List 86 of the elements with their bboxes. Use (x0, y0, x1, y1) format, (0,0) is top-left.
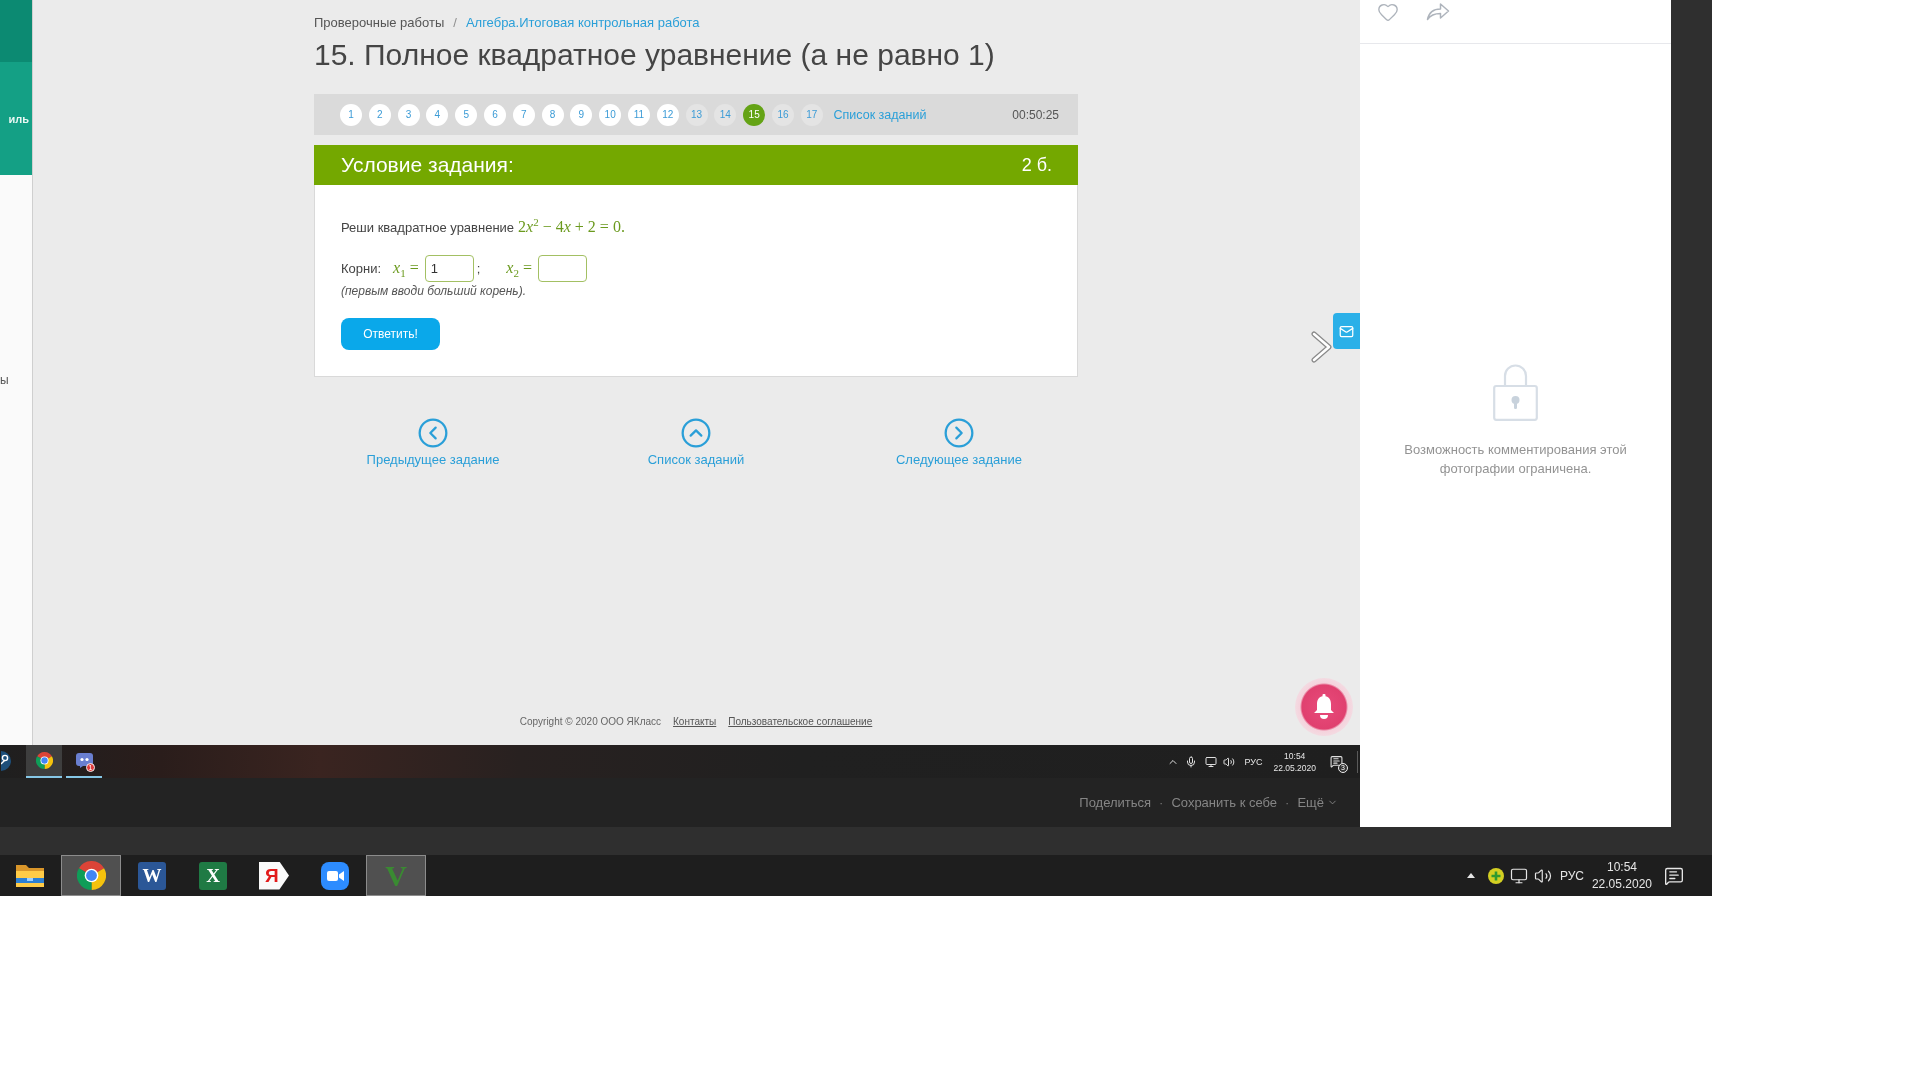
letter-tag-icon: Я (259, 861, 289, 890)
task-statement: Реши квадратное уравнение 2x$^{2}$ − 4x + 2 = 0. (341, 215, 625, 238)
taskbar-button[interactable]: X (183, 855, 243, 896)
task-number-button[interactable]: 17 (800, 103, 823, 126)
chat-bubble-icon (75, 753, 93, 768)
task-number-button[interactable]: 14 (714, 103, 737, 126)
message-icon[interactable] (1330, 755, 1343, 768)
breadcrumb-link[interactable]: Алгебра.Итоговая контрольная работа (465, 14, 700, 32)
timer-text: 00:50:25 (1012, 107, 1059, 122)
copyright-text: Copyright © 2020 ООО ЯКласс (519, 715, 662, 728)
mail-icon (1339, 323, 1354, 339)
variable-label: x$_{1}$ = (393, 258, 419, 279)
task-list-link[interactable]: Список заданий (833, 107, 927, 122)
speaker-icon[interactable] (1223, 755, 1236, 768)
dot-separator: · (1285, 795, 1290, 810)
task-number-button[interactable]: 10 (599, 103, 622, 126)
task-list-link[interactable]: Список заданий (647, 417, 745, 469)
more-menu-button[interactable]: Ещё (1297, 795, 1338, 810)
page-title: 15. Полное квадратное уравнение (а не равно 1) (314, 37, 996, 73)
letter-tile-icon: W (138, 861, 166, 890)
footer-link[interactable]: Пользовательское соглашение (728, 715, 873, 728)
plus-circle-icon[interactable] (1487, 867, 1504, 884)
task-number-button[interactable]: 9 (570, 103, 593, 126)
sidebar-text: ы (0, 372, 9, 388)
clock-time[interactable]: 10:54 (1606, 858, 1637, 876)
hint-text: (первым вводи больший корень). (341, 283, 526, 300)
microphone-icon[interactable] (1185, 755, 1198, 768)
task-number-button[interactable]: 5 (455, 103, 478, 126)
answer-field[interactable] (538, 255, 587, 283)
triangle-up-icon[interactable] (1466, 873, 1475, 878)
previous-task-link[interactable]: Предыдущее задание (366, 417, 500, 469)
roots-label: Корни: (341, 261, 382, 277)
clock-date[interactable]: 22.05.2020 (1273, 761, 1316, 774)
ring-logo-icon (35, 752, 53, 769)
sidebar-menu-item[interactable]: иль (0, 62, 32, 175)
dot-separator: · (1159, 795, 1164, 810)
speaker-icon[interactable] (1533, 866, 1552, 885)
footer-link[interactable]: Контакты (673, 715, 717, 728)
chevron-right-circle-icon (943, 417, 975, 450)
task-number-button[interactable]: 15 (743, 103, 766, 126)
task-number-button[interactable]: 8 (541, 103, 564, 126)
ring-logo-icon (76, 861, 106, 890)
chevron-left-circle-icon (417, 417, 449, 450)
answer-field[interactable]: 1 (424, 255, 474, 283)
task-number-button[interactable]: 13 (685, 103, 708, 126)
task-number-button[interactable]: 3 (397, 103, 420, 126)
taskbar-button[interactable]: W (122, 855, 182, 896)
card-title: Условие задания: (341, 153, 514, 177)
monitor-icon[interactable] (1509, 866, 1528, 885)
language-indicator[interactable]: РУС (1244, 756, 1263, 767)
action-link[interactable]: Сохранить к себе (1171, 795, 1278, 810)
task-number-button[interactable]: 16 (771, 103, 794, 126)
task-number-button[interactable]: 11 (627, 103, 650, 126)
breadcrumb-separator: / (453, 14, 457, 32)
variable-label: x$_{2}$ = (506, 258, 532, 279)
message-icon[interactable] (1664, 865, 1684, 886)
chevron-right-icon[interactable] (1311, 331, 1333, 363)
points-text: 2 б. (1021, 154, 1052, 176)
submit-button[interactable]: Ответить! (341, 318, 440, 351)
task-number-button[interactable]: 4 (426, 103, 449, 126)
folder-icon (15, 862, 45, 889)
next-task-link[interactable]: Следующее задание (895, 417, 1023, 469)
clock-date[interactable]: 22.05.2020 (1591, 875, 1652, 893)
task-number-button[interactable]: 7 (512, 103, 535, 126)
action-link[interactable]: Поделиться (1079, 795, 1152, 810)
taskbar-button[interactable]: V (366, 855, 426, 896)
monitor-icon[interactable] (1205, 755, 1218, 768)
bell-icon (1312, 694, 1336, 720)
chevron-up-circle-icon (680, 417, 712, 450)
video-camera-icon (321, 861, 349, 890)
breadcrumb-text: Проверочные работы (314, 14, 445, 32)
task-number-button[interactable]: 6 (484, 103, 506, 126)
letter-icon: V (382, 860, 410, 891)
comments-disabled-message: Возможность комментирования этой фотографии ограничена. (1403, 441, 1628, 478)
task-number-button[interactable]: 1 (340, 103, 362, 126)
roots-separator: ; (476, 261, 481, 277)
sidebar-header (0, 0, 32, 62)
clock-time[interactable]: 10:54 (1284, 749, 1306, 762)
round-logo-icon (1, 750, 12, 771)
letter-tile-icon: X (199, 861, 227, 890)
lock-icon (1493, 363, 1538, 421)
task-number-button[interactable]: 12 (656, 103, 679, 126)
taskbar-button[interactable]: Я (244, 855, 304, 896)
language-indicator[interactable]: РУС (1559, 868, 1584, 883)
taskbar-button[interactable] (26, 745, 62, 778)
task-number-button[interactable]: 2 (368, 103, 391, 126)
